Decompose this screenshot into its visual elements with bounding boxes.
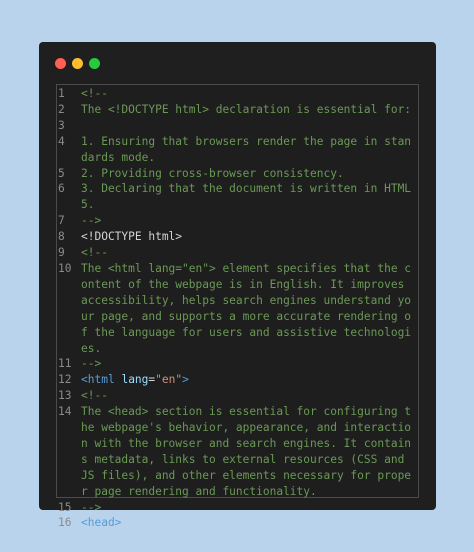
code-line: 5 2. Providing cross-browser consistency. <box>57 166 418 182</box>
code-window: 1 <!-- 2 The <!DOCTYPE html> declaration i… <box>39 42 436 529</box>
code-line: 15 --> <box>57 500 418 516</box>
line-text: --> <box>81 357 102 371</box>
line-text: <!-- <box>81 87 108 100</box>
code-line: 13 <!-- <box>57 388 418 404</box>
code-line: 8 <!DOCTYPE html> <box>57 229 418 245</box>
code-line: 2 The <!DOCTYPE html> declaration is esse… <box>57 102 418 118</box>
line-number: 16 <box>58 516 72 530</box>
line-text: The <!DOCTYPE html> declaration is essen… <box>81 102 412 116</box>
line-text: --> <box>81 500 102 514</box>
tag-bracket: > <box>182 373 189 387</box>
line-number: 14 <box>58 405 72 419</box>
line-number: 10 <box>58 261 72 275</box>
line-text: 2. Providing cross-browser consistency. <box>81 166 344 180</box>
line-text <box>81 118 418 134</box>
line-text: 1. Ensuring that browsers render the pag… <box>81 134 412 164</box>
attribute-value: "en" <box>155 373 183 387</box>
code-line: 10 The <html lang="en"> element specifies… <box>57 261 418 356</box>
line-number: 8 <box>58 230 65 244</box>
tag-name: html <box>87 373 115 387</box>
code-editor[interactable]: 1 <!-- 2 The <!DOCTYPE html> declaration i… <box>56 84 419 529</box>
code-line: 9 <!-- <box>57 245 418 261</box>
window-controls <box>55 58 100 69</box>
line-number: 7 <box>58 214 65 228</box>
tag-bracket: < <box>81 373 88 387</box>
line-number: 13 <box>58 389 72 403</box>
line-number: 5 <box>58 166 65 180</box>
line-number: 6 <box>58 182 65 196</box>
code-line: 1 <!-- <box>57 86 418 102</box>
line-number: 11 <box>58 357 72 371</box>
minimize-dot-icon[interactable] <box>72 58 83 69</box>
line-text: The <head> section is essential for conf… <box>81 405 412 498</box>
code-line: 12 <html lang="en"> <box>57 372 418 388</box>
line-number: 3 <box>58 118 65 132</box>
line-text: --> <box>81 214 102 228</box>
code-line: 3 <box>57 118 418 134</box>
code-line: 6 3. Declaring that the document is writt… <box>57 181 418 213</box>
attribute-name: lang <box>121 373 149 387</box>
maximize-dot-icon[interactable] <box>89 58 100 69</box>
line-text: <!DOCTYPE html> <box>81 230 183 244</box>
line-number: 2 <box>58 102 65 116</box>
code-line: 7 --> <box>57 213 418 229</box>
close-dot-icon[interactable] <box>55 58 66 69</box>
code-line: 4 1. Ensuring that browsers render the pa… <box>57 134 418 166</box>
code-line: 16 <head> <box>57 515 418 531</box>
line-text: <!-- <box>81 389 108 403</box>
code-line: 14 The <head> section is essential for co… <box>57 404 418 499</box>
line-text: 3. Declaring that the document is writte… <box>81 182 412 212</box>
line-number: 1 <box>58 87 65 100</box>
line-number: 12 <box>58 373 72 387</box>
line-text: The <html lang="en"> element specifies t… <box>81 261 412 355</box>
line-number: 4 <box>58 134 65 148</box>
code-line: 11 --> <box>57 356 418 372</box>
line-text: <head> <box>81 516 122 530</box>
line-text: <html lang="en"> <box>81 372 418 388</box>
line-number: 9 <box>58 246 65 260</box>
line-number: 15 <box>58 500 72 514</box>
line-text: <!-- <box>81 246 108 260</box>
